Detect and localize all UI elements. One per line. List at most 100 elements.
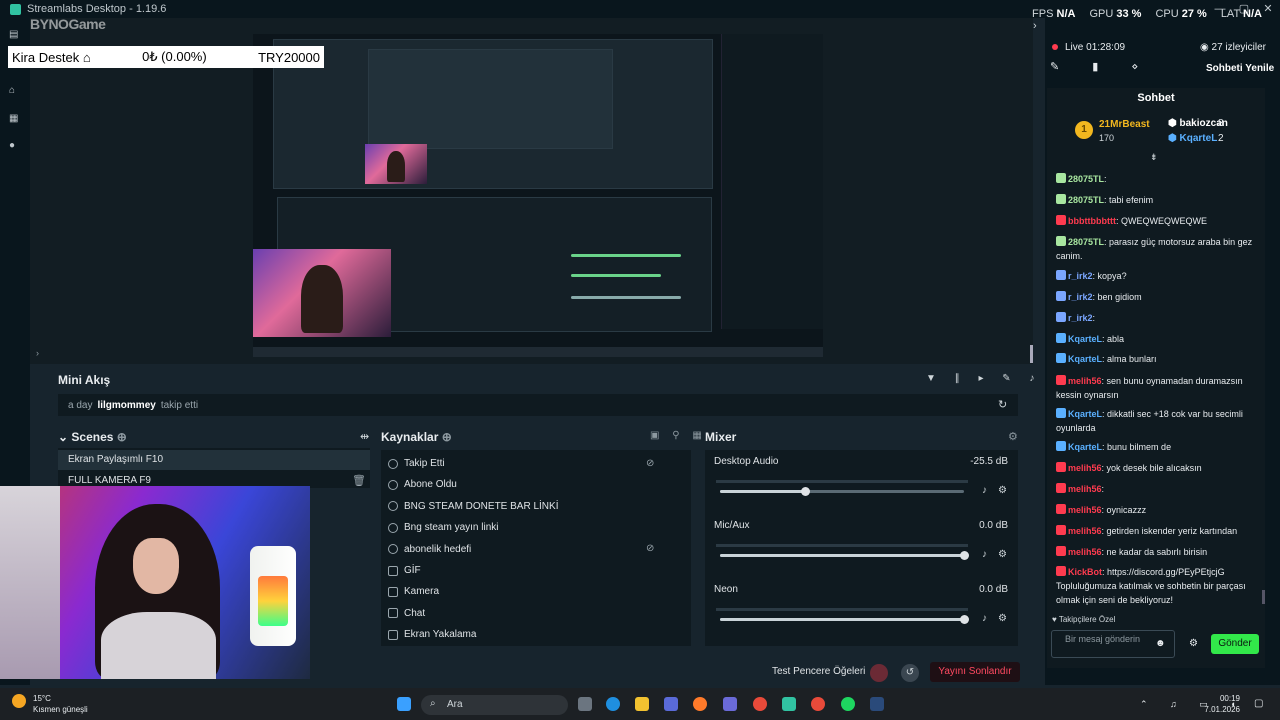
source-item[interactable]: Chat bbox=[386, 603, 686, 624]
weather-widget[interactable]: 15°C Kısmen güneşli bbox=[33, 693, 88, 715]
speaker-icon[interactable]: ♪ bbox=[982, 613, 987, 624]
chat-username[interactable]: r_irk2 bbox=[1068, 313, 1093, 323]
user-badge-icon bbox=[1056, 408, 1066, 418]
spotify-icon[interactable] bbox=[841, 697, 855, 711]
source-item[interactable]: Takip Etti bbox=[386, 453, 686, 474]
user-badge-icon bbox=[1056, 566, 1066, 576]
user-badge-icon bbox=[1056, 270, 1066, 280]
chat-message: bbbttbbbttt: QWEQWEQWEQWE bbox=[1056, 214, 1256, 228]
chat-message: KqarteL: alma bunları bbox=[1056, 352, 1256, 366]
expand-icon[interactable]: › bbox=[36, 348, 39, 358]
source-item[interactable]: Kamera bbox=[386, 581, 686, 602]
chat-username[interactable]: melih56 bbox=[1068, 505, 1102, 515]
chat-scrollbar[interactable] bbox=[1262, 590, 1265, 604]
sources-toolbar[interactable]: ▣ ⚲ ▦ bbox=[650, 430, 707, 441]
vertical-resize-handle[interactable] bbox=[1030, 345, 1033, 363]
source-item[interactable]: abonelik hedefi bbox=[386, 539, 686, 560]
nested-meter-3 bbox=[571, 296, 681, 299]
chat-username[interactable]: melih56 bbox=[1068, 463, 1102, 473]
channel-settings-icon[interactable]: ⚙ bbox=[998, 549, 1007, 560]
chat-username[interactable]: KqarteL bbox=[1068, 442, 1102, 452]
notifications-icon[interactable]: ▢ bbox=[1254, 698, 1263, 709]
chat-username[interactable]: 28075TL bbox=[1068, 174, 1104, 184]
chat-username[interactable]: KqarteL bbox=[1068, 334, 1102, 344]
volume-slider-handle[interactable] bbox=[960, 615, 969, 624]
donation-goal-bar: Kira Destek ⌂ 0₺ (0.00%) TRY20000 bbox=[8, 46, 324, 68]
chat-username[interactable]: KqarteL bbox=[1068, 409, 1102, 419]
task-view-icon[interactable] bbox=[578, 697, 592, 711]
source-item[interactable]: GİF bbox=[386, 560, 686, 581]
windows-start-icon[interactable] bbox=[397, 697, 411, 711]
layout-nav-icon[interactable]: ▦ bbox=[9, 114, 21, 124]
eye-hidden-icon[interactable]: ⊘ bbox=[646, 458, 654, 469]
user-badge-icon bbox=[1056, 525, 1066, 535]
store-nav-icon[interactable]: ⌂ bbox=[9, 86, 21, 96]
chat-username[interactable]: 28075TL bbox=[1068, 237, 1104, 247]
source-item[interactable]: Ekran Yakalama bbox=[386, 624, 686, 645]
volume-slider-handle[interactable] bbox=[960, 551, 969, 560]
nested-preview-deep bbox=[368, 49, 613, 149]
taskbar-search[interactable]: Ara bbox=[421, 695, 568, 715]
chat-username[interactable]: 28075TL bbox=[1068, 195, 1104, 205]
source-item[interactable]: Bng steam yayın linki bbox=[386, 517, 686, 538]
refresh-icon[interactable]: ↻ bbox=[998, 398, 1007, 411]
chat-message: 28075TL: tabi efenim bbox=[1056, 193, 1256, 207]
stream-actions[interactable]: ✎ ▮ ⋄ bbox=[1050, 60, 1153, 73]
collapse-chat-icon[interactable]: › bbox=[1033, 20, 1037, 32]
steam-icon[interactable] bbox=[870, 697, 884, 711]
firefox-icon[interactable] bbox=[693, 697, 707, 711]
trash-icon[interactable]: 🗑 bbox=[352, 474, 366, 487]
chat-username[interactable]: melih56 bbox=[1068, 547, 1102, 557]
end-stream-button[interactable]: Yayını Sonlandır bbox=[930, 662, 1020, 682]
collapse-icon[interactable]: ⇹ bbox=[360, 430, 369, 443]
chrome-icon[interactable] bbox=[753, 697, 767, 711]
expand-chevron-icon[interactable]: ⇟ bbox=[1150, 152, 1158, 163]
test-widgets-label[interactable]: Test Pencere Öğeleri bbox=[772, 666, 865, 677]
mini-feed-controls[interactable]: ▼ ∥ ▸ ✎ ♪ bbox=[926, 373, 1042, 384]
close-button[interactable]: ✕ bbox=[1260, 0, 1276, 18]
chat-username[interactable]: KqarteL bbox=[1068, 354, 1102, 364]
stream-preview[interactable] bbox=[253, 34, 823, 357]
chat-username[interactable]: KickBot bbox=[1068, 567, 1102, 577]
bynogame-logo: BYNOGame bbox=[30, 16, 106, 32]
chrome-profile-icon[interactable] bbox=[811, 697, 825, 711]
chat-settings-icon[interactable]: ⚙ bbox=[1189, 638, 1198, 649]
chat-username[interactable]: r_irk2 bbox=[1068, 292, 1093, 302]
emoji-icon[interactable]: ☻ bbox=[1155, 638, 1166, 649]
chat-username[interactable]: melih56 bbox=[1068, 526, 1102, 536]
chat-username[interactable]: melih56 bbox=[1068, 484, 1102, 494]
play-nav-icon[interactable]: ● bbox=[9, 141, 21, 151]
replay-buffer-icon[interactable]: ↺ bbox=[901, 664, 919, 682]
streamlabs-taskbar-icon[interactable] bbox=[782, 697, 796, 711]
speaker-icon[interactable]: ♪ bbox=[982, 485, 987, 496]
chat-username[interactable]: bbbttbbbttt bbox=[1068, 216, 1116, 226]
mixer-settings-icon[interactable]: ⚙ bbox=[1008, 430, 1018, 443]
user-badge-icon bbox=[1056, 546, 1066, 556]
user-badge-icon bbox=[1056, 173, 1066, 183]
chat-username[interactable]: melih56 bbox=[1068, 376, 1102, 386]
clock[interactable]: 00:19 7.01.2026 bbox=[1190, 693, 1240, 715]
channel-settings-icon[interactable]: ⚙ bbox=[998, 613, 1007, 624]
source-item[interactable]: BNG STEAM DONETE BAR LİNKİ bbox=[386, 496, 686, 517]
scene-item[interactable]: Ekran Paylaşımlı F10 bbox=[58, 450, 370, 470]
viewer-count: ◉ 27 izleyiciler bbox=[1200, 42, 1266, 53]
nested-meter-2 bbox=[571, 274, 661, 277]
chat-message: melih56: getirden iskender yeriz kartınd… bbox=[1056, 524, 1256, 538]
rec-button[interactable] bbox=[870, 664, 888, 682]
send-button[interactable]: Gönder bbox=[1211, 634, 1259, 654]
chat-username[interactable]: r_irk2 bbox=[1068, 271, 1093, 281]
teams-icon[interactable] bbox=[723, 697, 737, 711]
source-item[interactable]: Abone Oldu bbox=[386, 474, 686, 495]
channel-settings-icon[interactable]: ⚙ bbox=[998, 485, 1007, 496]
edge-icon[interactable] bbox=[606, 697, 620, 711]
source-label: abonelik hedefi bbox=[404, 543, 472, 555]
chat-text: kopya? bbox=[1097, 271, 1127, 281]
eye-hidden-icon[interactable]: ⊘ bbox=[646, 543, 654, 554]
speaker-icon[interactable]: ♪ bbox=[982, 549, 987, 560]
editor-nav-icon[interactable]: ▤ bbox=[9, 30, 21, 40]
streamer-figure bbox=[95, 504, 220, 679]
store-icon[interactable] bbox=[664, 697, 678, 711]
refresh-chat-button[interactable]: Sohbeti Yenile bbox=[1206, 63, 1274, 74]
file-explorer-icon[interactable] bbox=[635, 697, 649, 711]
weather-icon[interactable] bbox=[12, 694, 26, 708]
